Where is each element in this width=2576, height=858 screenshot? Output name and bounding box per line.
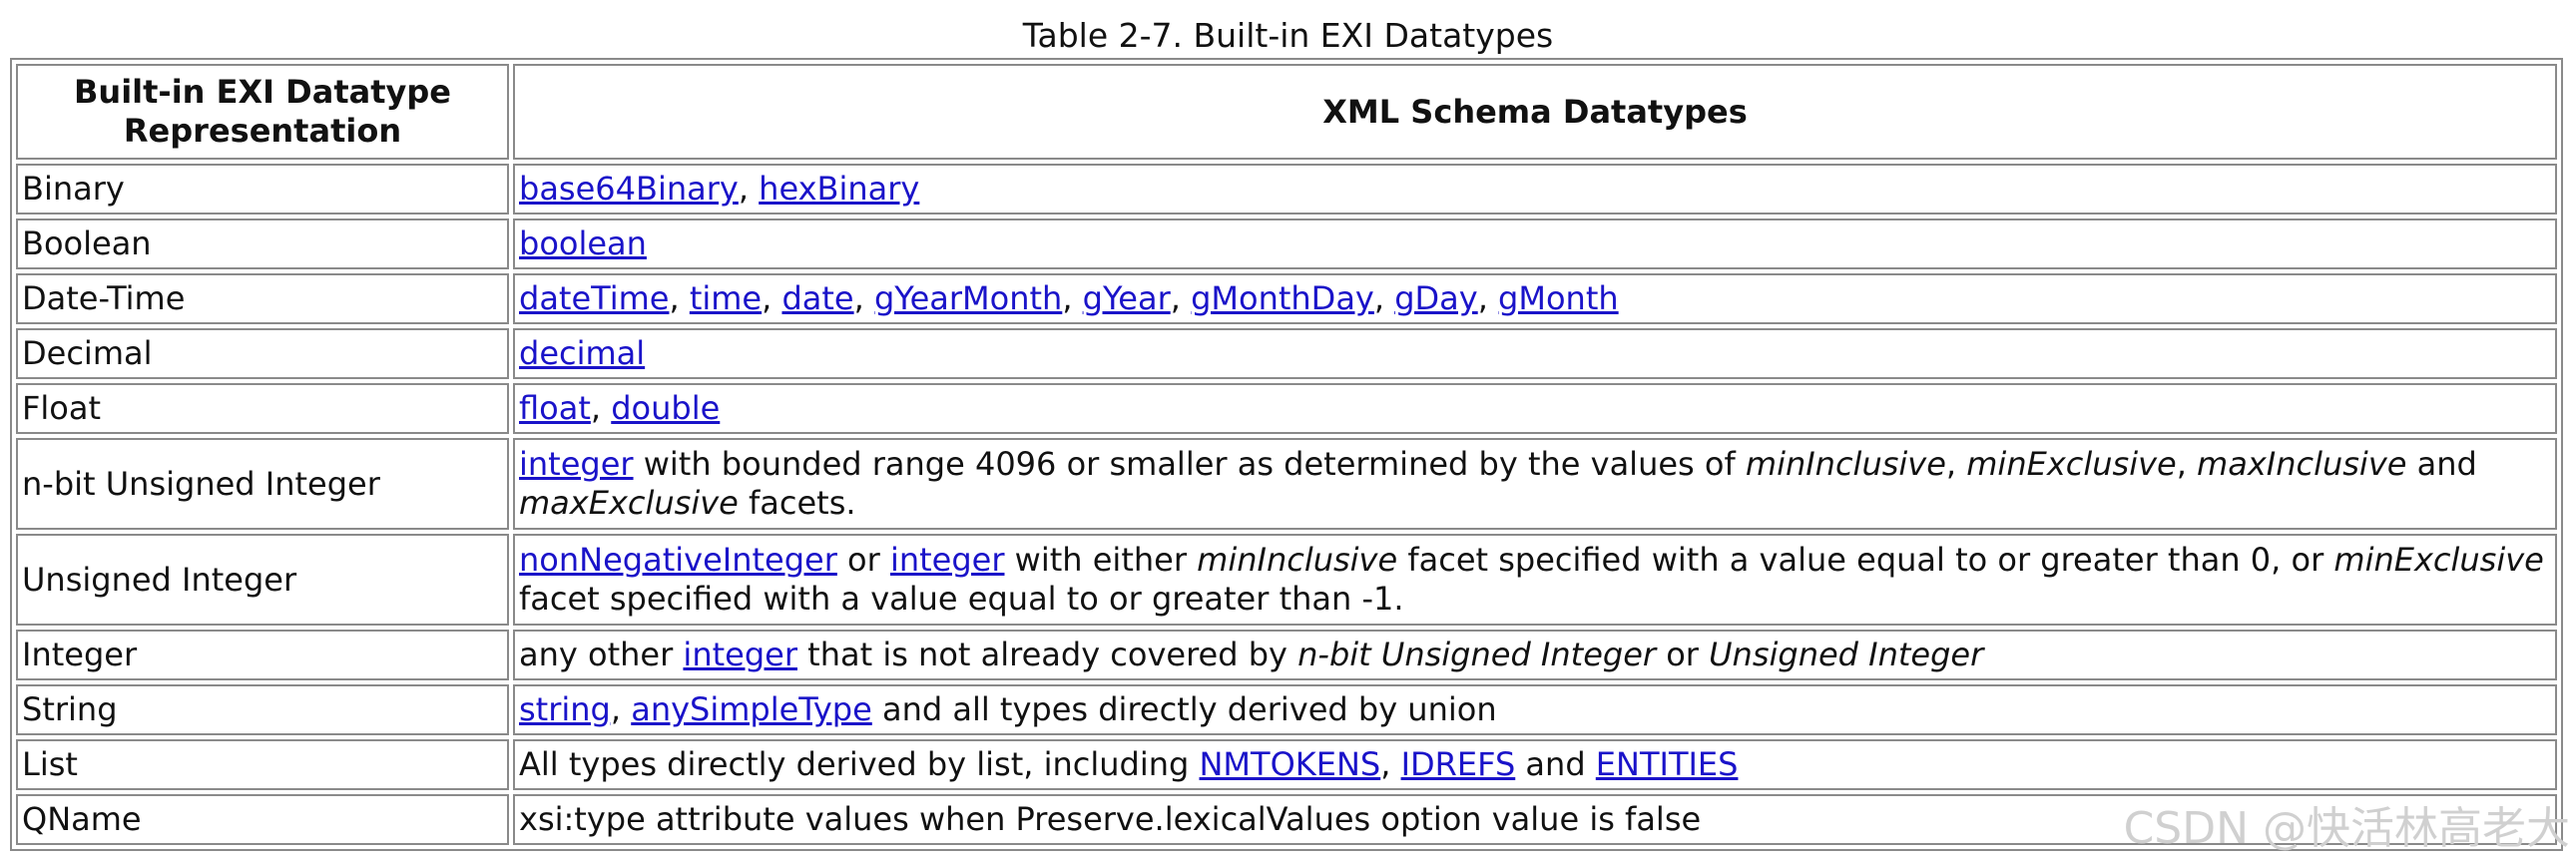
facet-term: Unsigned Integer [1709, 636, 1984, 673]
description-text: or [836, 541, 890, 579]
schema-datatypes-cell: float, double [513, 383, 2557, 434]
schema-datatypes-cell: dateTime, time, date, gYearMonth, gYear,… [513, 273, 2557, 324]
datatype-name-cell: Binary [16, 164, 509, 214]
facet-term: minExclusive [1966, 445, 2177, 483]
datatype-link[interactable]: gYearMonth [874, 279, 1062, 317]
schema-datatypes-cell: base64Binary, hexBinary [513, 164, 2557, 214]
description-text: , [762, 279, 782, 317]
description-text: , [1373, 279, 1395, 317]
datatype-link[interactable]: decimal [519, 334, 645, 372]
table-row: List All types directly derived by list, … [16, 739, 2557, 790]
description-text: , [590, 389, 612, 427]
description-text: facet specified with a value equal to or… [1397, 541, 2334, 579]
facet-term: minExclusive [2333, 541, 2544, 579]
facet-term: n-bit Unsigned Integer [1297, 636, 1657, 673]
datatype-name-cell: Decimal [16, 328, 509, 379]
facet-term: maxExclusive [519, 484, 739, 522]
table-row: Unsigned Integer nonNegativeInteger or in… [16, 534, 2557, 626]
description-text: any other [519, 636, 684, 673]
table-row: Date-Time dateTime, time, date, gYearMont… [16, 273, 2557, 324]
datatype-name-cell: Boolean [16, 218, 509, 269]
description-text: , [1477, 279, 1499, 317]
description-text: or [1656, 636, 1710, 673]
description-text: xsi:type attribute values when Preserve.… [519, 800, 1702, 838]
description-text: facets. [738, 484, 856, 522]
description-text: , [1062, 279, 1083, 317]
datatype-link[interactable]: integer [519, 445, 634, 483]
table-body: Binary base64Binary, hexBinary Boolean bool… [16, 164, 2557, 845]
description-text: , [669, 279, 690, 317]
datatype-link[interactable]: double [611, 389, 720, 427]
description-text: and all types directly derived by union [871, 690, 1497, 728]
description-text: that is not already covered by [796, 636, 1298, 673]
datatype-link[interactable]: integer [890, 541, 1005, 579]
table-row: Binary base64Binary, hexBinary [16, 164, 2557, 214]
datatype-name-cell: Integer [16, 630, 509, 680]
datatype-link[interactable]: date [781, 279, 853, 317]
datatype-link[interactable]: time [690, 279, 762, 317]
schema-datatypes-cell: decimal [513, 328, 2557, 379]
datatype-name-cell: List [16, 739, 509, 790]
description-text: , [738, 170, 760, 208]
description-text: with either [1004, 541, 1198, 579]
datatype-link[interactable]: boolean [519, 224, 647, 262]
description-text: , [610, 690, 632, 728]
datatype-name-cell: Date-Time [16, 273, 509, 324]
schema-datatypes-cell: any other integer that is not already co… [513, 630, 2557, 680]
table-caption: Table 2-7. Built-in EXI Datatypes [1022, 16, 1554, 55]
column-header-xml-schema-datatypes: XML Schema Datatypes [513, 64, 2557, 160]
watermark: CSDN @快活林高老大 [2123, 803, 2570, 854]
description-text: and [1515, 745, 1596, 783]
datatype-link[interactable]: ENTITIES [1596, 745, 1739, 783]
description-text: , [1945, 445, 1967, 483]
table-row: String string, anySimpleType and all type… [16, 684, 2557, 735]
datatype-name-cell: n-bit Unsigned Integer [16, 438, 509, 530]
table-row: Boolean boolean [16, 218, 2557, 269]
datatype-link[interactable]: gMonthDay [1191, 279, 1374, 317]
datatype-link[interactable]: base64Binary [519, 170, 739, 208]
schema-datatypes-cell: string, anySimpleType and all types dire… [513, 684, 2557, 735]
schema-datatypes-cell: integer with bounded range 4096 or small… [513, 438, 2557, 530]
datatype-link[interactable]: NMTOKENS [1199, 745, 1380, 783]
datatype-link[interactable]: gMonth [1498, 279, 1619, 317]
datatype-link[interactable]: gDay [1394, 279, 1478, 317]
datatype-link[interactable]: nonNegativeInteger [519, 541, 837, 579]
table-row: Integer any other integer that is not alr… [16, 630, 2557, 680]
description-text: , [1380, 745, 1401, 783]
schema-datatypes-cell: All types directly derived by list, incl… [513, 739, 2557, 790]
datatype-link[interactable]: float [519, 389, 591, 427]
datatype-name-cell: Float [16, 383, 509, 434]
datatype-link[interactable]: integer [683, 636, 797, 673]
facet-term: maxInclusive [2197, 445, 2407, 483]
datatype-name-cell: String [16, 684, 509, 735]
description-text: with bounded range 4096 or smaller as de… [633, 445, 1746, 483]
table-header-row: Built-in EXI Datatype Representation XML… [16, 64, 2557, 160]
facet-term: minInclusive [1745, 445, 1946, 483]
description-text: , [2176, 445, 2198, 483]
schema-datatypes-cell: nonNegativeInteger or integer with eithe… [513, 534, 2557, 626]
datatype-link[interactable]: dateTime [519, 279, 669, 317]
table-row: Float float, double [16, 383, 2557, 434]
datatype-link[interactable]: hexBinary [759, 170, 919, 208]
datatype-name-cell: Unsigned Integer [16, 534, 509, 626]
datatype-link[interactable]: gYear [1083, 279, 1171, 317]
description-text: facet specified with a value equal to or… [519, 580, 1404, 618]
datatype-name-cell: QName [16, 794, 509, 845]
table-row: Decimal decimal [16, 328, 2557, 379]
facet-term: minInclusive [1197, 541, 1398, 579]
datatype-link[interactable]: IDREFS [1401, 745, 1516, 783]
description-text: , [1170, 279, 1192, 317]
datatypes-table: Built-in EXI Datatype Representation XML… [10, 58, 2563, 851]
description-text: and [2406, 445, 2477, 483]
description-text: , [853, 279, 874, 317]
datatype-link[interactable]: string [519, 690, 611, 728]
description-text: All types directly derived by list, incl… [519, 745, 1200, 783]
datatype-link[interactable]: anySimpleType [631, 690, 872, 728]
column-header-exi-representation: Built-in EXI Datatype Representation [16, 64, 509, 160]
schema-datatypes-cell: boolean [513, 218, 2557, 269]
table-row: n-bit Unsigned Integer integer with bound… [16, 438, 2557, 530]
